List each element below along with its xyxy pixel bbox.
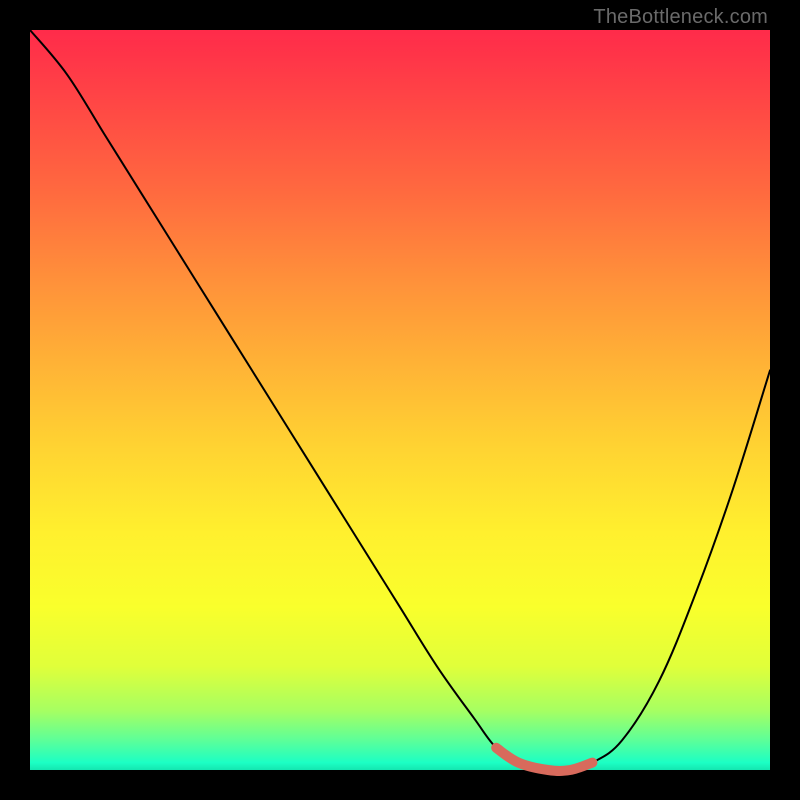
bottleneck-curve-highlight [496, 748, 592, 771]
plot-area [30, 30, 770, 770]
curve-svg [30, 30, 770, 770]
bottleneck-curve [30, 30, 770, 771]
watermark-text: TheBottleneck.com [593, 6, 768, 29]
chart-frame: TheBottleneck.com [0, 0, 800, 800]
